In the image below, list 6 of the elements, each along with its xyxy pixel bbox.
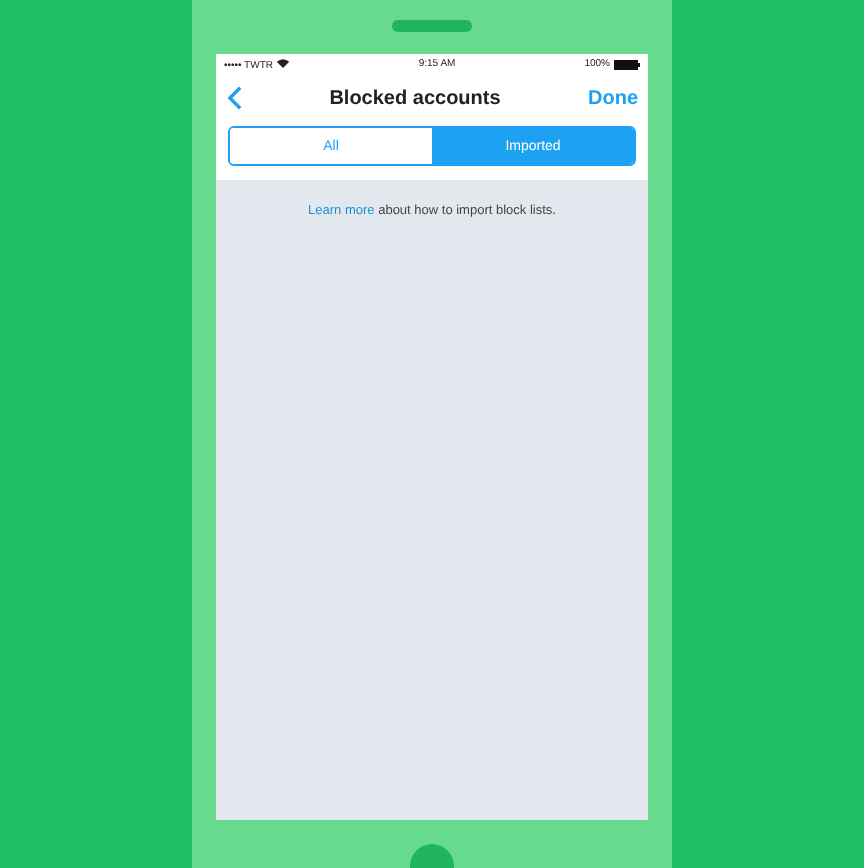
- screen-title: Blocked accounts: [329, 87, 501, 109]
- speaker-grille: [392, 20, 472, 32]
- wifi-icon: [275, 57, 290, 67]
- back-chevron-icon[interactable]: [228, 86, 242, 110]
- done-button[interactable]: Done: [588, 87, 638, 109]
- battery-icon: [613, 59, 640, 69]
